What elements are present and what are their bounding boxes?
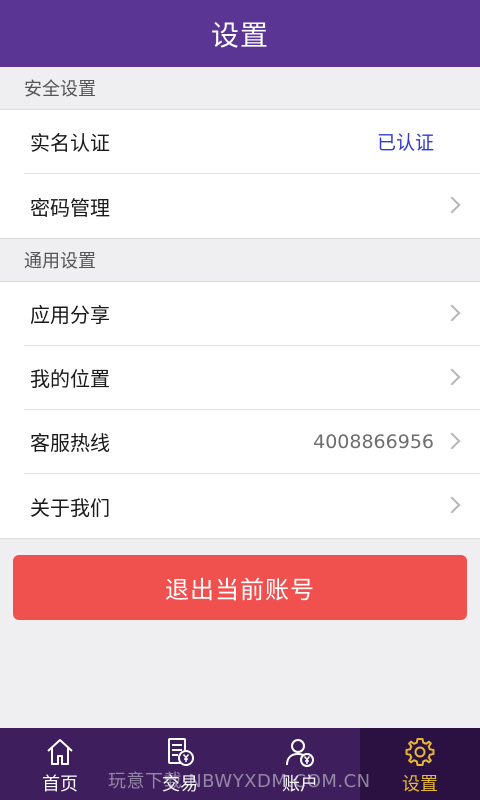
gear-icon <box>405 738 435 766</box>
tab-trade-label: 交易 <box>162 774 198 795</box>
settings-list: 安全设置 实名认证 已认证 密码管理 通用设置 应用分享 我的位置 客服热线 4… <box>0 67 480 620</box>
trade-icon <box>168 738 194 766</box>
tab-trade[interactable]: 交易 <box>120 728 240 800</box>
chevron-right-icon <box>443 196 461 214</box>
tab-home-label: 首页 <box>42 774 78 795</box>
location-label: 我的位置 <box>30 367 110 391</box>
password-row[interactable]: 密码管理 <box>24 174 480 238</box>
about-row[interactable]: 关于我们 <box>24 474 480 538</box>
hotline-label: 客服热线 <box>30 431 110 455</box>
tab-account-label: 账户 <box>282 774 318 795</box>
share-label: 应用分享 <box>30 303 110 327</box>
bottom-tab-bar: 首页 交易 账户 设置 <box>0 728 480 800</box>
chevron-right-icon <box>443 304 461 321</box>
real-name-label: 实名认证 <box>30 131 110 155</box>
general-group: 应用分享 我的位置 客服热线 4008866956 关于我们 <box>0 282 480 539</box>
logout-wrapper: 退出当前账号 <box>0 539 480 620</box>
tab-settings[interactable]: 设置 <box>360 728 480 800</box>
share-row[interactable]: 应用分享 <box>24 282 480 346</box>
tab-home[interactable]: 首页 <box>0 728 120 800</box>
home-icon <box>47 739 73 765</box>
logout-button[interactable]: 退出当前账号 <box>13 555 467 620</box>
chevron-right-icon <box>443 432 461 449</box>
hotline-number: 4008866956 <box>313 430 434 453</box>
section-title-general: 通用设置 <box>0 239 480 282</box>
tab-account[interactable]: 账户 <box>240 728 360 800</box>
section-title-security: 安全设置 <box>0 67 480 110</box>
account-icon <box>286 739 314 767</box>
hotline-row[interactable]: 客服热线 4008866956 <box>24 410 480 474</box>
real-name-row[interactable]: 实名认证 已认证 <box>24 110 480 174</box>
chevron-right-icon <box>443 368 461 385</box>
verified-status: 已认证 <box>376 132 434 154</box>
page-title: 设置 <box>210 18 269 52</box>
location-row[interactable]: 我的位置 <box>24 346 480 410</box>
security-group: 实名认证 已认证 密码管理 <box>0 110 480 239</box>
chevron-right-icon <box>443 496 461 514</box>
about-label: 关于我们 <box>30 495 110 520</box>
tab-settings-label: 设置 <box>402 774 438 795</box>
password-label: 密码管理 <box>30 195 110 220</box>
header-bar: 设置 <box>0 0 480 67</box>
